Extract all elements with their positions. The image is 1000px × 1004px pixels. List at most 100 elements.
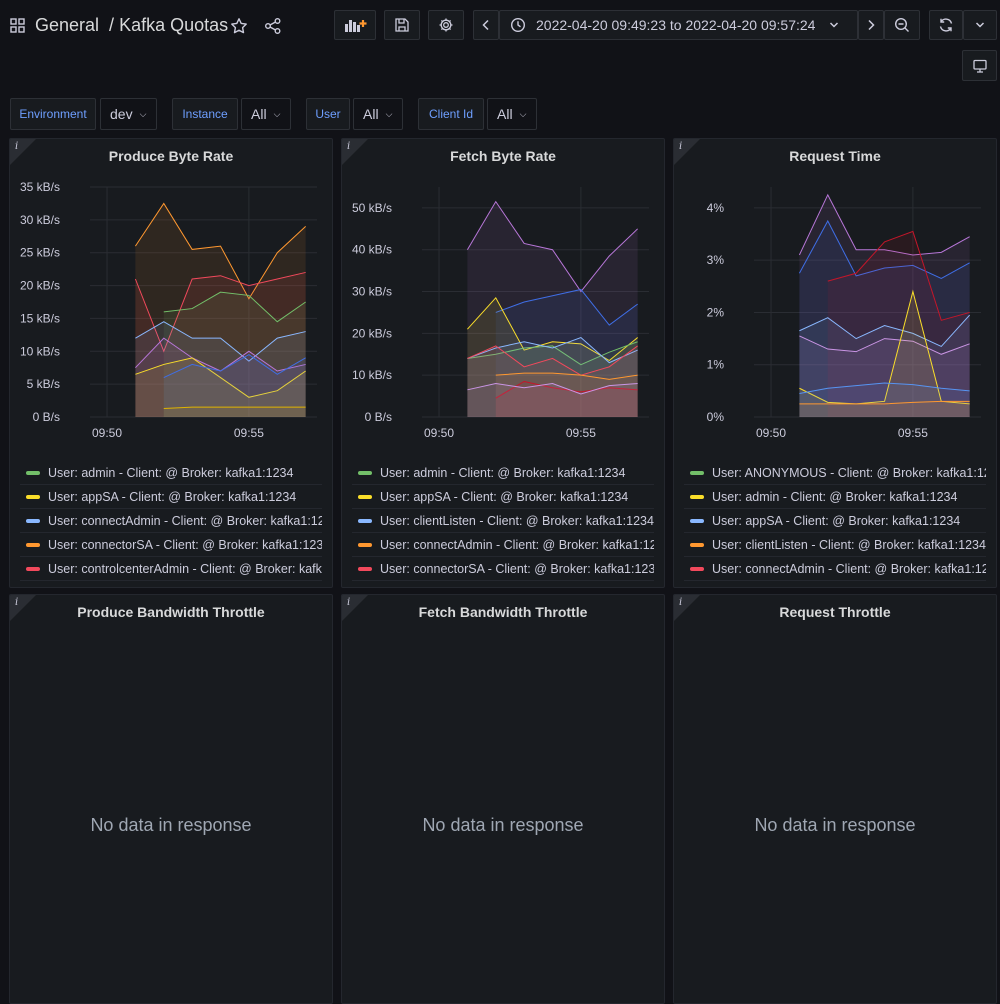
legend-swatch xyxy=(26,470,40,475)
star-icon[interactable] xyxy=(230,17,248,35)
y-tick-label: 1% xyxy=(707,358,725,372)
x-tick-label: 09:50 xyxy=(756,426,786,440)
legend-swatch xyxy=(26,494,40,499)
chart-legend: User: ANONYMOUS - Client: @ Broker: kafk… xyxy=(684,461,986,581)
legend-swatch xyxy=(26,542,40,547)
variable-select-client-id[interactable]: All ⌵ xyxy=(487,98,537,130)
chevron-down-icon: ⌵ xyxy=(273,108,281,119)
legend-swatch xyxy=(358,566,372,571)
legend-item[interactable]: User: clientListen - Client: @ Broker: k… xyxy=(684,533,986,557)
series-area xyxy=(163,407,306,417)
legend-label: User: connectAdmin - Client: @ Broker: k… xyxy=(712,561,986,576)
panel-produce-byte-rate: i Produce Byte Rate 0 B/s 5 kB/s 10 kB/s 15… xyxy=(9,138,333,588)
y-tick-label: 0 B/s xyxy=(33,410,60,424)
y-tick-label: 35 kB/s xyxy=(20,180,60,194)
legend-item[interactable]: User: connectAdmin - Client: @ Broker: k… xyxy=(20,509,322,533)
legend-item[interactable]: User: appSA - Client: @ Broker: kafka1:1… xyxy=(20,485,322,509)
x-tick-label: 09:55 xyxy=(898,426,928,440)
y-tick-label: 2% xyxy=(707,305,725,319)
panel-title[interactable]: Fetch Bandwidth Throttle xyxy=(342,604,664,620)
variable-select-environment[interactable]: dev ⌵ xyxy=(100,98,157,130)
y-tick-label: 10 kB/s xyxy=(20,344,60,358)
tv-mode-button[interactable] xyxy=(962,50,997,81)
panel-title[interactable]: Fetch Byte Rate xyxy=(342,148,664,164)
chevron-left-icon xyxy=(482,19,489,31)
legend-item[interactable]: User: admin - Client: @ Broker: kafka1:1… xyxy=(20,461,322,485)
legend-swatch xyxy=(690,542,704,547)
variable-label-environment: Environment xyxy=(10,98,96,130)
legend-swatch xyxy=(26,518,40,523)
legend-item[interactable]: User: admin - Client: @ Broker: kafka1:1… xyxy=(684,485,986,509)
variable-select-instance[interactable]: All ⌵ xyxy=(241,98,291,130)
panel-fetch-bandwidth-throttle: i Fetch Bandwidth Throttle No data in re… xyxy=(341,594,665,1004)
variable-value: All xyxy=(251,106,267,122)
panel-title[interactable]: Request Throttle xyxy=(674,604,996,620)
legend-swatch xyxy=(690,518,704,523)
timeseries-chart[interactable]: 0 B/s 5 kB/s 10 kB/s 15 kB/s 20 kB/s 25 kB/s 3… xyxy=(10,177,333,457)
y-tick-label: 15 kB/s xyxy=(20,311,60,325)
refresh-interval-dropdown[interactable] xyxy=(963,10,997,40)
breadcrumb-separator: / xyxy=(109,15,115,35)
chevron-right-icon xyxy=(868,19,875,31)
dashboard-title[interactable]: Kafka Quotas xyxy=(119,15,228,35)
refresh-button[interactable] xyxy=(929,10,963,40)
legend-item[interactable]: User: clientListen - Client: @ Broker: k… xyxy=(352,509,654,533)
x-tick-label: 09:55 xyxy=(234,426,264,440)
panel-title[interactable]: Produce Bandwidth Throttle xyxy=(10,604,332,620)
legend-swatch xyxy=(358,494,372,499)
legend-item[interactable]: User: appSA - Client: @ Broker: kafka1:1… xyxy=(352,485,654,509)
legend-item[interactable]: User: connectorSA - Client: @ Broker: ka… xyxy=(20,533,322,557)
y-tick-label: 3% xyxy=(707,253,725,267)
no-data-message: No data in response xyxy=(422,815,584,835)
legend-item[interactable]: User: connectAdmin - Client: @ Broker: k… xyxy=(352,533,654,557)
y-tick-label: 50 kB/s xyxy=(352,201,392,215)
timeseries-chart[interactable]: 0% 1% 2% 3% 4% 09:50 09:55 xyxy=(674,177,997,457)
variable-value: All xyxy=(363,106,379,122)
no-data-message: No data in response xyxy=(754,815,916,835)
variable-label-user: User xyxy=(306,98,350,130)
legend-label: User: connectAdmin - Client: @ Broker: k… xyxy=(48,513,322,528)
breadcrumb-folder[interactable]: General xyxy=(35,15,99,35)
legend-item[interactable]: User: appSA - Client: @ Broker: kafka1:1… xyxy=(684,509,986,533)
legend-item[interactable]: User: controlcenterAdmin - Client: @ Bro… xyxy=(20,557,322,581)
refresh-icon xyxy=(939,18,953,32)
time-range-picker[interactable]: 2022-04-20 09:49:23 to 2022-04-20 09:57:… xyxy=(499,10,858,40)
legend-swatch xyxy=(690,470,704,475)
legend-swatch xyxy=(358,542,372,547)
save-icon xyxy=(395,18,409,32)
settings-button[interactable] xyxy=(428,10,464,40)
clock-icon xyxy=(510,17,526,33)
panel-title[interactable]: Request Time xyxy=(674,148,996,164)
variable-value: All xyxy=(497,106,513,122)
variable-value: dev xyxy=(110,106,133,122)
panel-request-throttle: i Request Throttle No data in response xyxy=(673,594,997,1004)
y-tick-label: 30 kB/s xyxy=(20,213,60,227)
save-dashboard-button[interactable] xyxy=(384,10,420,40)
series-area xyxy=(467,383,638,417)
share-icon[interactable] xyxy=(264,17,282,35)
variable-select-user[interactable]: All ⌵ xyxy=(353,98,403,130)
panel-fetch-byte-rate: i Fetch Byte Rate 0 B/s 10 kB/s 20 kB/s 30 … xyxy=(341,138,665,588)
time-shift-forward-button[interactable] xyxy=(858,10,884,40)
x-tick-label: 09:50 xyxy=(92,426,122,440)
legend-item[interactable]: User: ANONYMOUS - Client: @ Broker: kafk… xyxy=(684,461,986,485)
timeseries-chart[interactable]: 0 B/s 10 kB/s 20 kB/s 30 kB/s 40 kB/s 50 kB/s… xyxy=(342,177,665,457)
chevron-down-icon xyxy=(830,22,839,28)
time-shift-back-button[interactable] xyxy=(473,10,499,40)
panel-title[interactable]: Produce Byte Rate xyxy=(10,148,332,164)
legend-label: User: clientListen - Client: @ Broker: k… xyxy=(380,513,654,528)
variable-label-instance: Instance xyxy=(172,98,238,130)
y-tick-label: 4% xyxy=(707,201,725,215)
no-data-message: No data in response xyxy=(90,815,252,835)
y-tick-label: 20 kB/s xyxy=(352,326,392,340)
legend-item[interactable]: User: admin - Client: @ Broker: kafka1:1… xyxy=(352,461,654,485)
zoom-out-button[interactable] xyxy=(884,10,920,40)
legend-item[interactable]: User: connectorSA - Client: @ Broker: ka… xyxy=(352,557,654,581)
top-navbar: General / Kafka Quotas 2022-04-20 09:49:… xyxy=(0,0,1000,81)
legend-item[interactable]: User: connectAdmin - Client: @ Broker: k… xyxy=(684,557,986,581)
x-tick-label: 09:55 xyxy=(566,426,596,440)
apps-grid-icon[interactable] xyxy=(10,18,25,33)
add-panel-button[interactable] xyxy=(334,10,376,40)
y-tick-label: 25 kB/s xyxy=(20,246,60,260)
y-tick-label: 20 kB/s xyxy=(20,279,60,293)
